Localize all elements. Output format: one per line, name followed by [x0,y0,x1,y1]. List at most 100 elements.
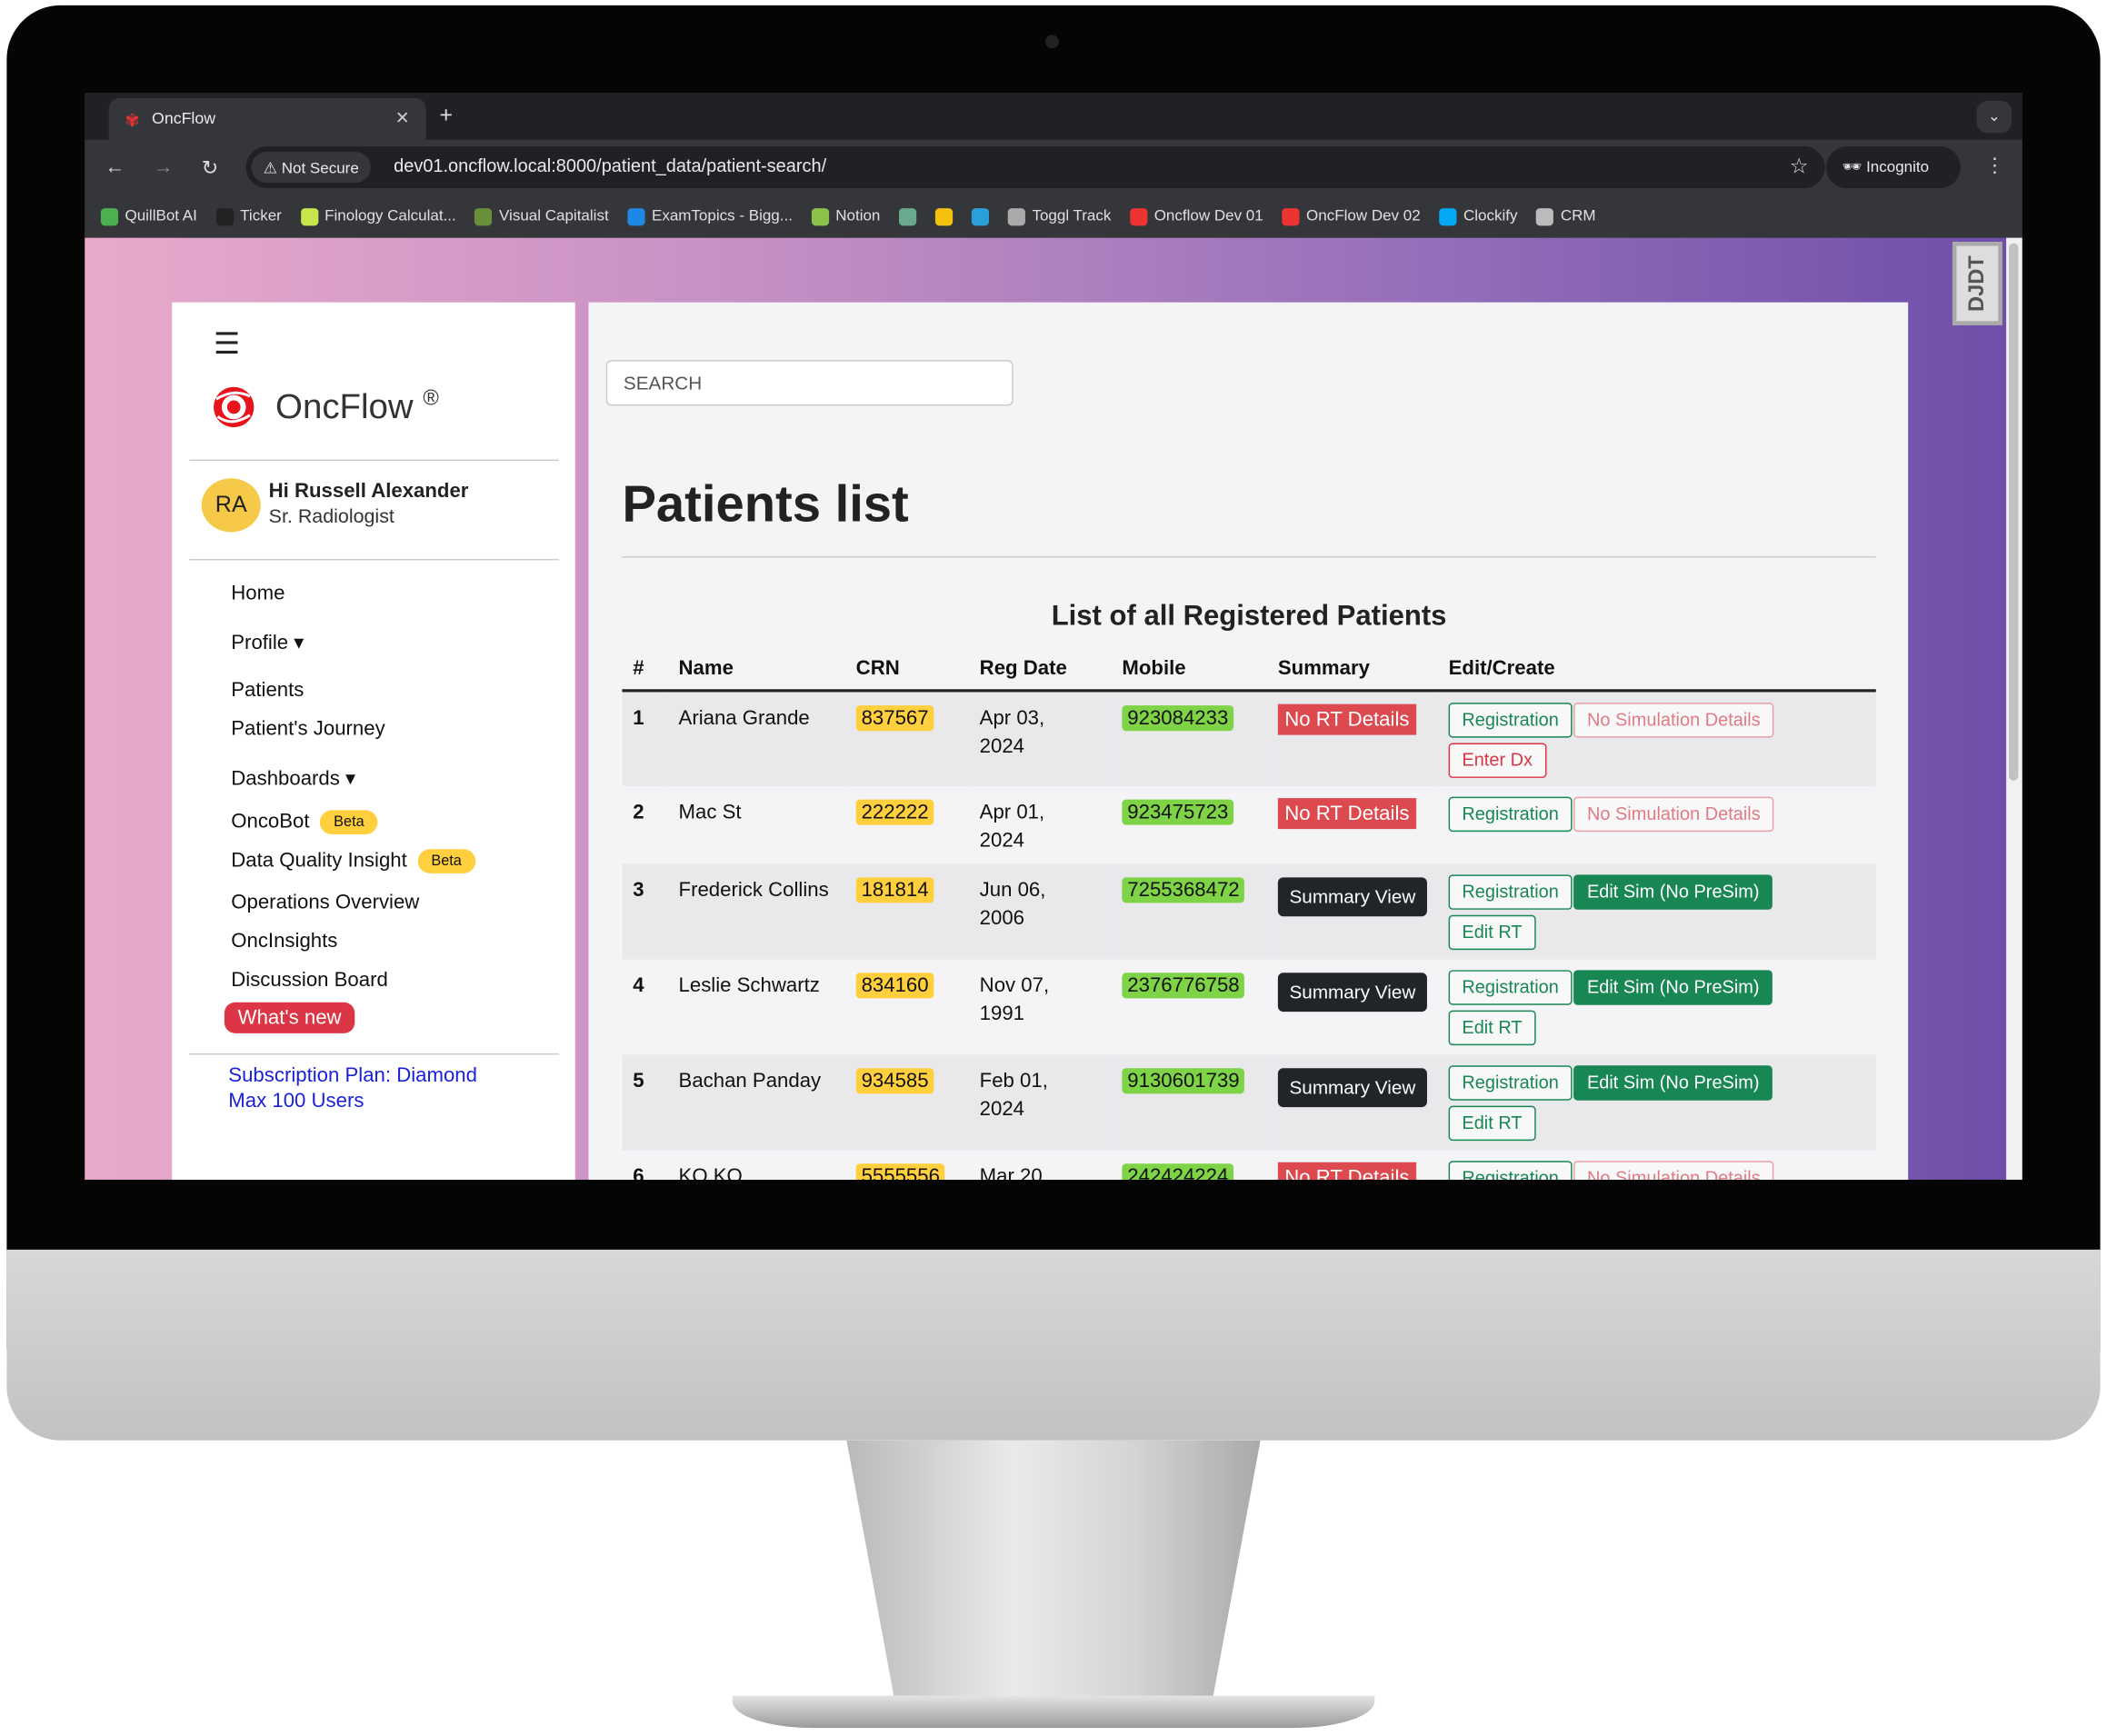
forward-icon[interactable]: → [154,155,174,178]
bookmark-item[interactable]: Finology Calculat... [300,207,456,225]
nav-operations-overview[interactable]: Operations Overview [231,891,419,913]
nav-dashboards-dropdown[interactable]: Dashboards ▾ [231,766,355,790]
reload-icon[interactable]: ↻ [202,155,219,180]
whats-new-button[interactable]: What's new [224,1002,355,1033]
reg-year: 2006 [979,906,1025,930]
table-cell: 9130601739 [1111,1054,1268,1151]
bookmark-item[interactable]: CRM [1536,207,1596,225]
registration-button[interactable]: Registration [1448,874,1573,910]
nav-discussion-board[interactable]: Discussion Board [231,969,388,992]
browser-tab[interactable]: ✾ OncFlow ✕ [108,97,426,140]
max-users-link[interactable]: Max 100 Users [228,1090,364,1112]
table-cell: Registration No Simulation Details Enter D… [1437,690,1876,786]
nav-profile-dropdown[interactable]: Profile ▾ [231,630,304,654]
reg-date: Jun 06, [979,878,1046,902]
edit-rt-button[interactable]: Edit RT [1448,1105,1536,1142]
table-cell: Nov 07, 1991 [969,960,1112,1055]
table-row: 4 Leslie Schwartz 834160 Nov 07, 1991 2376776… [622,960,1875,1055]
table-cell: 7255368472 [1111,863,1268,960]
bookmark-item[interactable]: ExamTopics - Bigg... [627,207,793,225]
address-bar[interactable]: ⚠ Not Secure dev01.oncflow.local:8000/pa… [245,146,1825,188]
no-simulation-details-button[interactable]: No Simulation Details [1573,703,1774,738]
bookmark-item[interactable]: Toggl Track [1007,207,1112,225]
no-simulation-details-button[interactable]: No Simulation Details [1573,1161,1774,1180]
nav-patients-journey[interactable]: Patient's Journey [231,717,384,740]
incognito-button[interactable]: 🕶 Incognito [1826,146,1961,188]
tab-search-button[interactable]: ⌄ [1976,100,2012,134]
hamburger-menu-icon[interactable]: ☰ [214,326,240,361]
avatar[interactable]: RA [201,478,261,533]
patient-name[interactable]: Ariana Grande [679,707,810,730]
back-icon[interactable]: ← [105,155,125,178]
monitor-chin [6,1249,2101,1441]
patient-name[interactable]: Leslie Schwartz [679,974,820,997]
patient-name[interactable]: Mac St [679,801,742,823]
bookmark-label: OncFlow Dev 02 [1306,208,1421,224]
mobile-badge: 7255368472 [1122,877,1245,903]
bookmark-star-icon[interactable]: ☆ [1790,154,1809,181]
django-debug-toolbar-handle[interactable]: DJDT [1952,242,2002,325]
page: ☰ OncFlow ® RA Hi Russell Alexander Sr. … [85,237,2022,1180]
menu-kebab-icon[interactable]: ⋮ [1984,154,2004,177]
new-tab-button[interactable]: + [439,102,453,129]
edit-sim-button[interactable]: Edit Sim (No PreSim) [1573,874,1773,910]
edit-sim-button[interactable]: Edit Sim (No PreSim) [1573,970,1773,1005]
bookmark-item[interactable]: Clockify [1439,207,1518,225]
summary-view-button[interactable]: Summary View [1277,877,1427,917]
column-header: CRN [844,649,969,693]
registration-button[interactable]: Registration [1448,970,1573,1005]
no-simulation-details-button[interactable]: No Simulation Details [1573,796,1774,833]
summary-view-button[interactable]: Summary View [1277,973,1427,1013]
bookmark-item[interactable]: Oncflow Dev 01 [1130,207,1263,225]
registration-button[interactable]: Registration [1448,1065,1573,1101]
dqi-label: Data Quality Insight [231,849,407,873]
row-number: 4 [633,973,644,997]
table-cell: 923084233 [1111,690,1268,786]
bookmark-label: Clockify [1463,208,1518,224]
patient-name[interactable]: Frederick Collins [679,879,829,902]
bookmark-item[interactable]: Notion [811,207,880,225]
nav-data-quality-insight[interactable]: Data Quality Insight Beta [231,849,475,873]
divider [622,556,1876,558]
brand-text: OncFlow [275,385,414,426]
table-row: 3 Frederick Collins 181814 Jun 06, 2006 72553… [622,863,1876,960]
row-number: 5 [633,1069,644,1092]
summary-view-button[interactable]: Summary View [1277,1068,1427,1108]
nav-oncinsights[interactable]: OncInsights [231,930,337,953]
bookmark-item[interactable]: Ticker [215,207,282,225]
registration-button[interactable]: Registration [1448,1161,1573,1180]
search-input[interactable]: SEARCH [605,360,1014,406]
not-secure-badge[interactable]: ⚠ Not Secure [251,152,372,184]
registration-button[interactable]: Registration [1448,796,1573,833]
bookmark-favicon-icon [215,207,234,225]
patient-name[interactable]: KO KO [679,1165,743,1180]
table-row: 6 KO KO 5555556 Mar 20, 242424224 No RT Detai… [622,1150,1875,1180]
nav-oncobot[interactable]: OncoBot Beta [231,810,378,835]
registration-button[interactable]: Registration [1448,703,1573,738]
edit-sim-button[interactable]: Edit Sim (No PreSim) [1573,1065,1773,1101]
edit-rt-button[interactable]: Edit RT [1448,914,1536,951]
scrollbar[interactable] [2006,237,2022,1180]
nav-home[interactable]: Home [231,582,285,604]
divider [189,459,559,462]
user-role: Sr. Radiologist [268,506,394,528]
table-cell: Summary View [1267,960,1438,1055]
bookmark-item[interactable] [935,207,954,225]
crn-badge: 181814 [855,877,934,903]
enter-dx-button[interactable]: Enter Dx [1448,743,1546,778]
close-tab-icon[interactable]: ✕ [395,107,410,129]
scrollbar-thumb[interactable] [2009,243,2019,781]
bookmark-item[interactable]: OncFlow Dev 02 [1282,207,1421,225]
bookmark-item[interactable] [899,207,917,225]
bookmark-item[interactable] [971,207,990,225]
url-text[interactable]: dev01.oncflow.local:8000/patient_data/pa… [394,155,826,175]
patient-name[interactable]: Bachan Panday [679,1070,822,1092]
mobile-badge: 923084233 [1122,705,1234,732]
subscription-plan-link[interactable]: Subscription Plan: Diamond [228,1064,477,1087]
bookmark-item[interactable]: QuillBot AI [100,207,197,225]
edit-rt-button[interactable]: Edit RT [1448,1010,1536,1046]
nav-patients[interactable]: Patients [231,679,304,702]
bookmark-item[interactable]: Visual Capitalist [474,207,609,225]
bookmark-label: Toggl Track [1032,208,1112,224]
registered-mark: ® [423,387,439,411]
